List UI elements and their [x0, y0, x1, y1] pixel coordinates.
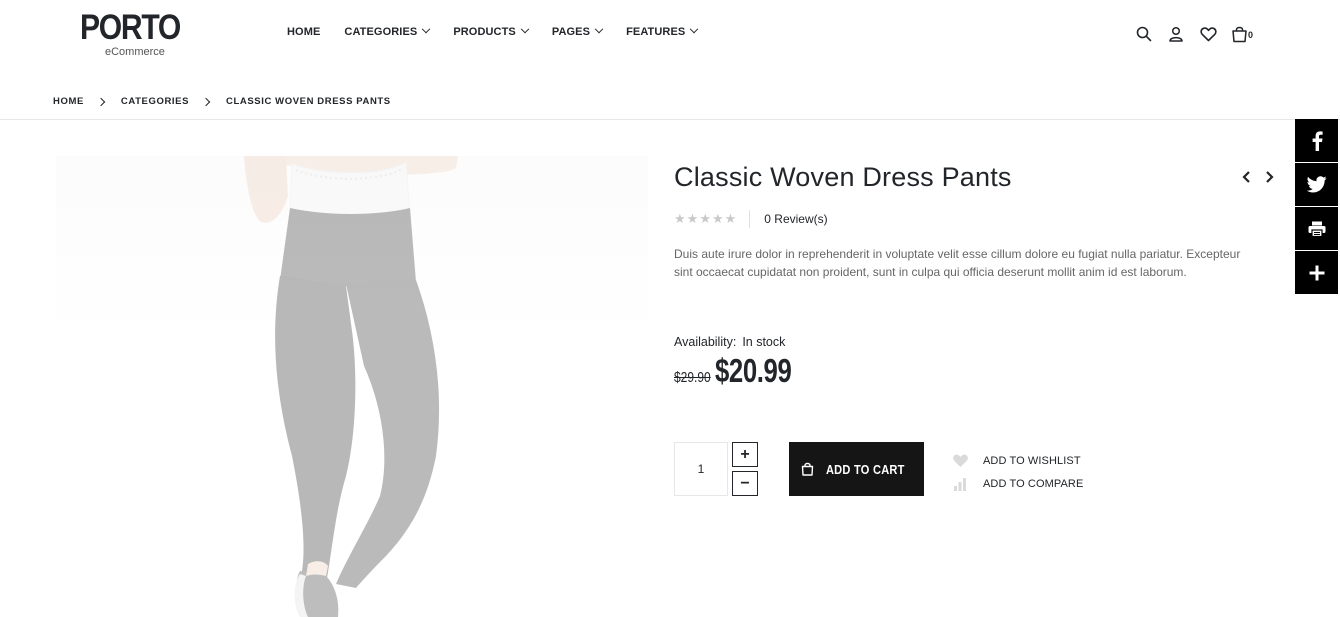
- rating-stars: ★ ★ ★ ★ ★: [674, 212, 737, 227]
- add-to-cart-button[interactable]: ADD TO CART: [789, 442, 924, 496]
- nav-label: CATEGORIES: [344, 26, 418, 38]
- cart-count-badge: 0: [1248, 30, 1254, 40]
- chevron-down-icon: [422, 24, 431, 34]
- breadcrumb: HOME CATEGORIES CLASSIC WOVEN DRESS PANT…: [53, 96, 391, 107]
- facebook-icon[interactable]: [1295, 119, 1338, 162]
- logo[interactable]: PORTO eCommerce: [80, 8, 181, 59]
- chevron-down-icon: [520, 24, 530, 34]
- quantity-increase-button[interactable]: +: [732, 442, 758, 467]
- add-to-compare-link[interactable]: ADD TO COMPARE: [951, 472, 1083, 495]
- reviews-link[interactable]: 0 Review(s): [764, 212, 827, 226]
- breadcrumb-categories[interactable]: CATEGORIES: [121, 96, 189, 107]
- plus-icon[interactable]: [1295, 251, 1338, 294]
- heart-icon[interactable]: [1198, 23, 1218, 45]
- old-price: $29.90: [674, 369, 711, 386]
- nav-item-categories[interactable]: CATEGORIES: [344, 24, 431, 38]
- nav-label: PAGES: [551, 26, 591, 38]
- cart-icon[interactable]: [1230, 23, 1248, 45]
- search-icon[interactable]: [1134, 23, 1154, 45]
- new-price: $20.99: [714, 352, 792, 389]
- breadcrumb-home[interactable]: HOME: [53, 96, 84, 107]
- shopping-bag-icon: [801, 462, 814, 476]
- product-title: Classic Woven Dress Pants: [674, 162, 1012, 192]
- star-icon: ★: [711, 211, 724, 227]
- chevron-left-icon: [1242, 171, 1250, 183]
- add-to-cart-label: ADD TO CART: [826, 461, 905, 477]
- quantity-decrease-button[interactable]: −: [732, 471, 758, 496]
- compare-label: ADD TO COMPARE: [983, 477, 1084, 490]
- nav-label: FEATURES: [626, 26, 686, 38]
- rating-divider: [749, 210, 751, 228]
- availability-label: Availability:: [674, 335, 737, 349]
- nav-label: PRODUCTS: [453, 26, 516, 38]
- star-icon: ★: [674, 211, 686, 227]
- next-product-button[interactable]: [1258, 168, 1280, 186]
- nav-item-home[interactable]: HOME: [287, 26, 320, 38]
- nav-item-features[interactable]: FEATURES: [626, 24, 699, 38]
- chevron-right-icon: [201, 97, 211, 106]
- header-divider: [0, 119, 1340, 120]
- logo-text: PORTO: [80, 8, 181, 47]
- header-icons: 0: [1134, 23, 1253, 45]
- print-icon[interactable]: [1295, 207, 1338, 250]
- bar-chart-icon: [951, 475, 969, 493]
- user-icon[interactable]: [1166, 23, 1186, 45]
- heart-icon: [951, 452, 969, 470]
- chevron-right-icon: [96, 97, 106, 106]
- site-header: PORTO eCommerce HOME CATEGORIES PRODUCTS…: [0, 0, 1340, 70]
- nav-item-products[interactable]: PRODUCTS: [453, 24, 530, 38]
- star-icon: ★: [699, 211, 711, 227]
- chevron-down-icon: [594, 24, 604, 34]
- availability: Availability: In stock: [674, 335, 785, 349]
- prev-product-button[interactable]: [1236, 168, 1258, 186]
- product-pager: [1236, 168, 1280, 186]
- product-description: Duis aute irure dolor in reprehenderit i…: [674, 247, 1241, 279]
- twitter-icon[interactable]: [1295, 163, 1338, 206]
- quantity-input[interactable]: 1: [674, 442, 728, 496]
- breadcrumb-current: CLASSIC WOVEN DRESS PANTS: [226, 96, 391, 107]
- price-box: $29.90 $20.99: [674, 352, 813, 390]
- chevron-right-icon: [1266, 171, 1274, 183]
- availability-value: In stock: [742, 335, 786, 349]
- image-background: [56, 156, 648, 617]
- product-rating: ★ ★ ★ ★ ★ 0 Review(s): [674, 210, 828, 228]
- product-actions: ADD TO WISHLIST ADD TO COMPARE: [951, 449, 1083, 495]
- logo-tagline: eCommerce: [105, 46, 165, 58]
- chevron-down-icon: [690, 24, 699, 34]
- nav-item-pages[interactable]: PAGES: [551, 24, 604, 38]
- main-nav: HOME CATEGORIES PRODUCTS PAGES FEATURES: [287, 24, 721, 38]
- wishlist-label: ADD TO WISHLIST: [983, 454, 1081, 467]
- add-to-wishlist-link[interactable]: ADD TO WISHLIST: [951, 449, 1083, 472]
- star-icon: ★: [686, 211, 699, 227]
- star-icon: ★: [724, 211, 737, 227]
- nav-label: HOME: [287, 26, 321, 38]
- product-image[interactable]: [56, 156, 648, 617]
- social-share-bar: [1295, 119, 1338, 295]
